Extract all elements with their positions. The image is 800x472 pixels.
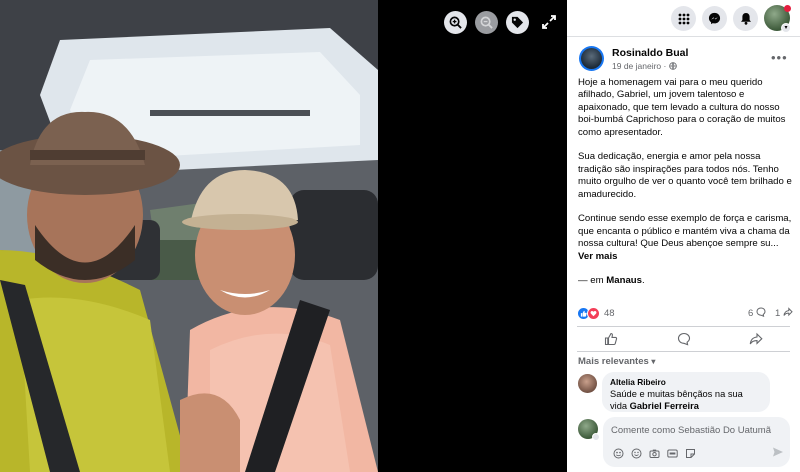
share-count-value: 1 — [775, 308, 781, 319]
menu-grid-icon — [678, 13, 689, 24]
post-paragraph: Sua dedicação, energia e amor pela nossa… — [578, 151, 792, 200]
zoom-out-icon — [480, 16, 493, 29]
bell-icon — [740, 13, 751, 25]
share-count[interactable]: 1 — [775, 307, 793, 319]
see-more-link[interactable]: Ver mais — [578, 251, 617, 262]
post-paragraph: Hoje a homenagem vai para o meu querido … — [578, 77, 786, 138]
chevron-down-icon[interactable] — [592, 433, 600, 441]
messenger-button[interactable] — [702, 6, 727, 31]
zoom-in-icon — [449, 16, 462, 29]
tag-photo-button[interactable] — [506, 11, 529, 34]
comment-text: Saúde e muitas bênçãos na sua vida Gabri… — [610, 389, 762, 412]
emoji-icon[interactable] — [630, 447, 642, 459]
location-line: — em Manaus. — [578, 275, 645, 286]
post-panel: ▾ Rosinaldo Bual 19 de janeiro · ••• Hoj… — [567, 0, 800, 472]
comment-button[interactable] — [674, 330, 694, 348]
notification-dot — [784, 5, 791, 12]
comment-count-value: 6 — [748, 308, 754, 319]
share-icon — [749, 332, 763, 345]
post-body: Hoje a homenagem vai para o meu querido … — [578, 77, 792, 263]
expand-icon[interactable] — [540, 13, 558, 31]
gif-icon[interactable] — [666, 447, 678, 459]
globe-icon — [668, 62, 677, 70]
commenter-name[interactable]: Altelia Ribeiro — [610, 377, 762, 387]
like-button[interactable] — [601, 330, 621, 348]
zoom-out-button[interactable] — [475, 11, 498, 34]
post-date-text[interactable]: 19 de janeiro — [612, 61, 661, 71]
author-name[interactable]: Rosinaldo Bual — [612, 47, 688, 59]
comment-input[interactable] — [611, 423, 781, 437]
like-icon — [604, 332, 618, 346]
share-button[interactable] — [746, 330, 766, 348]
comment-icon — [677, 332, 691, 346]
messenger-icon — [708, 12, 721, 25]
chevron-down-icon[interactable]: ▾ — [781, 23, 791, 33]
post-paragraph: Continue sendo esse exemplo de força e c… — [578, 213, 792, 263]
share-icon — [783, 307, 793, 317]
comment-icon — [756, 307, 766, 318]
date-separator: · — [663, 61, 667, 71]
zoom-in-button[interactable] — [444, 11, 467, 34]
post-photo[interactable] — [0, 0, 378, 472]
author-avatar[interactable] — [579, 46, 604, 71]
comment-tag-link[interactable]: Gabriel Ferreira — [630, 401, 699, 411]
love-reaction-icon — [587, 306, 600, 320]
sticker-icon[interactable] — [684, 447, 696, 459]
location-link[interactable]: Manaus — [606, 275, 642, 286]
divider — [577, 351, 790, 352]
post-paragraph-text: Continue sendo esse exemplo de força e c… — [578, 213, 792, 250]
avatar-sticker-icon[interactable] — [612, 447, 624, 459]
chevron-down-icon: ▾ — [651, 357, 656, 366]
reactions-summary[interactable]: 48 — [577, 306, 615, 320]
notifications-button[interactable] — [733, 6, 758, 31]
comment-sort-dropdown[interactable]: Mais relevantes ▾ — [578, 356, 655, 367]
reaction-count: 48 — [604, 307, 615, 319]
commenter-avatar[interactable] — [578, 374, 597, 393]
top-bar: ▾ — [567, 0, 800, 36]
more-options-icon[interactable]: ••• — [771, 50, 788, 65]
camera-icon[interactable] — [648, 447, 660, 459]
post-timestamp[interactable]: 19 de janeiro · — [612, 61, 677, 71]
tag-icon — [511, 16, 524, 29]
comment-count[interactable]: 6 — [748, 307, 766, 319]
photo-illustration — [0, 0, 378, 472]
location-prefix: — em — [578, 275, 604, 286]
send-icon[interactable] — [772, 446, 784, 458]
menu-button[interactable] — [671, 6, 696, 31]
comment-bubble: Altelia Ribeiro Saúde e muitas bênçãos n… — [602, 372, 770, 412]
location-suffix: . — [642, 275, 645, 286]
divider — [577, 326, 790, 327]
comment-sort-label: Mais relevantes — [578, 356, 649, 367]
comment-composer — [603, 417, 790, 467]
photo-viewer — [0, 0, 567, 472]
divider — [567, 36, 800, 37]
